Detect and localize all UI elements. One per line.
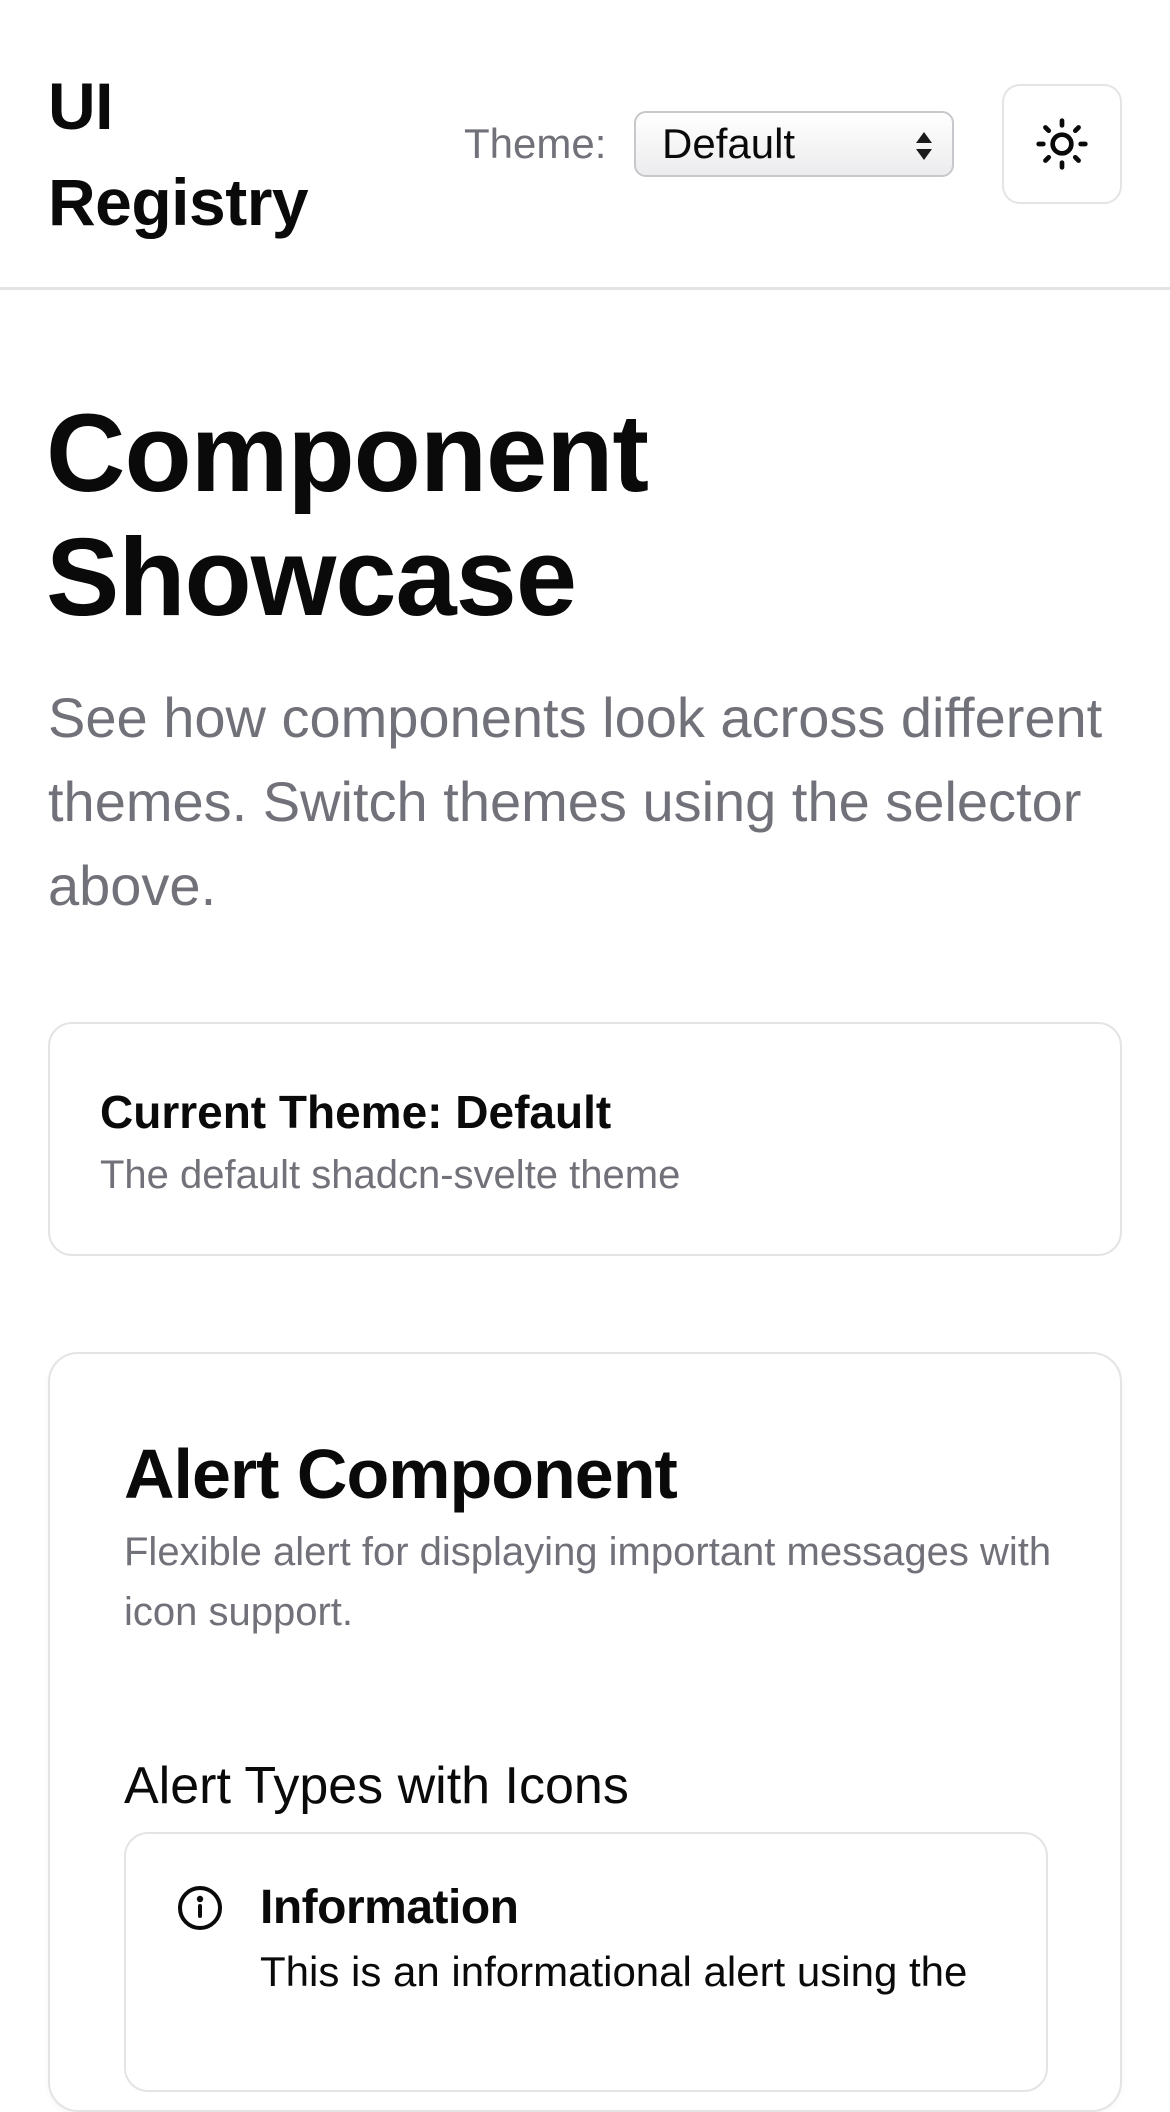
page-subtitle: See how components look across different…	[48, 686, 1103, 917]
theme-label: Theme:	[464, 120, 607, 167]
info-icon	[178, 1886, 222, 1930]
brand-logo-text[interactable]: UI Registry	[48, 58, 368, 250]
current-theme-card: Current Theme: Default The default shadc…	[48, 1022, 1122, 1256]
top-header: UI Registry Theme: Default	[0, 0, 1170, 290]
alert-types-subtitle: Alert Types with Icons	[124, 1757, 629, 1815]
alert-section-title: Alert Component	[124, 1435, 678, 1513]
page-title: Component Showcase	[46, 392, 649, 639]
alert-section-description: Flexible alert for displaying important …	[124, 1530, 1052, 1634]
sun-icon	[1036, 118, 1088, 170]
info-alert-title: Information	[260, 1881, 519, 1934]
info-alert: Information This is an informational ale…	[124, 1832, 1048, 2092]
theme-select[interactable]: Default	[634, 111, 954, 177]
theme-select-value: Default	[662, 120, 796, 167]
select-arrows-icon	[916, 132, 932, 160]
alert-component-card: Alert Component Flexible alert for displ…	[48, 1352, 1122, 2112]
current-theme-title: Current Theme: Default	[100, 1086, 612, 1138]
theme-toggle-button[interactable]	[1002, 84, 1122, 204]
current-theme-description: The default shadcn-svelte theme	[100, 1153, 681, 1197]
